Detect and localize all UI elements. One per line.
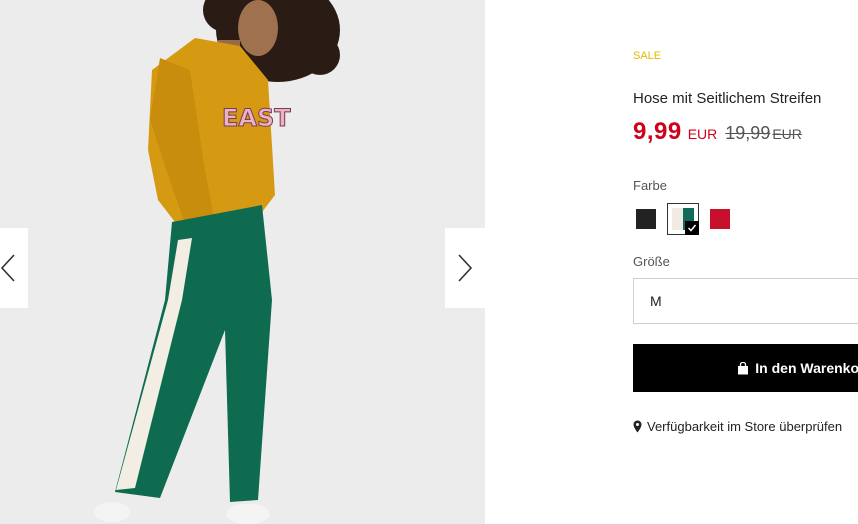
location-pin-icon bbox=[633, 420, 642, 433]
color-swatch-green-white[interactable] bbox=[667, 203, 699, 235]
add-to-cart-content: In den Warenkorb bbox=[737, 360, 858, 376]
add-to-cart-label: In den Warenkorb bbox=[755, 360, 858, 376]
product-page: EAST SALE Hose mit Seitlichem Streifen 9… bbox=[0, 0, 858, 524]
shopping-bag-icon bbox=[738, 361, 749, 374]
gallery-prev-button[interactable] bbox=[0, 228, 28, 308]
color-label: Farbe bbox=[633, 178, 667, 193]
old-price: 19,99 bbox=[725, 123, 771, 143]
sale-badge: SALE bbox=[633, 50, 662, 62]
size-selected-value: M bbox=[650, 293, 662, 309]
size-select[interactable]: M bbox=[633, 278, 858, 324]
color-swatch-black[interactable] bbox=[633, 206, 659, 232]
product-title: Hose mit Seitlichem Streifen bbox=[633, 90, 822, 107]
current-price: 9,99 bbox=[633, 118, 682, 145]
sweater-print: EAST bbox=[222, 104, 291, 132]
color-swatches bbox=[633, 203, 733, 235]
price-row: 9,99 EUR 19,99 EUR bbox=[633, 118, 802, 146]
chevron-left-icon bbox=[0, 254, 15, 282]
swatch-fill bbox=[710, 209, 730, 229]
product-gallery: EAST bbox=[0, 0, 485, 524]
gallery-next-button[interactable] bbox=[445, 228, 485, 308]
store-availability-label: Verfügbarkeit im Store überprüfen bbox=[647, 419, 843, 434]
store-availability-link[interactable]: Verfügbarkeit im Store überprüfen bbox=[633, 419, 842, 434]
color-swatch-red[interactable] bbox=[707, 206, 733, 232]
chevron-right-icon bbox=[458, 254, 473, 282]
checkmark-icon bbox=[685, 221, 699, 235]
swatch-fill bbox=[636, 209, 656, 229]
current-currency: EUR bbox=[687, 126, 718, 142]
size-label: Größe bbox=[633, 254, 670, 269]
product-photo: EAST bbox=[0, 0, 485, 524]
old-currency: EUR bbox=[772, 126, 802, 142]
add-to-cart-button[interactable]: In den Warenkorb bbox=[633, 344, 858, 392]
